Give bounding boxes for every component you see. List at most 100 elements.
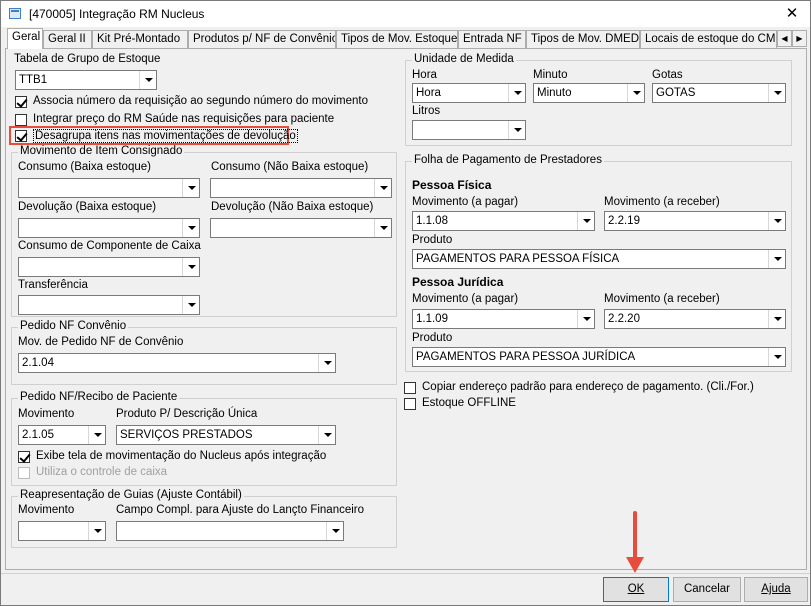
chevron-down-icon[interactable] bbox=[374, 179, 391, 197]
group-pedido-nf-convenio: Pedido NF Convênio Mov. de Pedido NF de … bbox=[11, 320, 397, 385]
devolucao-nao-baixa-select[interactable] bbox=[210, 218, 392, 238]
group-item-consignado: Movimento de Item Consignado Consumo (Ba… bbox=[11, 145, 397, 317]
pj-produto-label: Produto bbox=[412, 332, 453, 344]
litros-label: Litros bbox=[412, 105, 441, 117]
tabela-grupo-label: Tabela de Grupo de Estoque bbox=[14, 53, 161, 65]
tab-locais-estoque-cme[interactable]: Locais de estoque do CME bbox=[640, 30, 777, 48]
close-icon[interactable]: ✕ bbox=[782, 5, 802, 23]
chevron-down-icon[interactable] bbox=[508, 84, 525, 102]
chevron-down-icon[interactable] bbox=[88, 522, 105, 540]
chevron-down-icon[interactable] bbox=[577, 212, 594, 230]
integrar-preco-checkbox[interactable] bbox=[15, 114, 27, 126]
chevron-down-icon[interactable] bbox=[768, 84, 785, 102]
pj-mov-receber-label: Movimento (a receber) bbox=[604, 293, 720, 305]
tab-panel-geral: Tabela de Grupo de Estoque TTB1 Associa … bbox=[5, 48, 807, 570]
estoque-offline-checkbox[interactable] bbox=[404, 398, 416, 410]
movimento-select[interactable]: 2.1.05 bbox=[18, 425, 106, 445]
group-title: Pedido NF/Recibo de Paciente bbox=[18, 391, 180, 403]
chevron-down-icon[interactable] bbox=[182, 179, 199, 197]
pf-mov-pagar-select[interactable]: 1.1.08 bbox=[412, 211, 595, 231]
exibe-tela-checkbox[interactable] bbox=[18, 451, 30, 463]
campo-compl-select[interactable] bbox=[116, 521, 344, 541]
integrar-preco-label: Integrar preço do RM Saúde nas requisiçõ… bbox=[33, 113, 335, 125]
chevron-down-icon[interactable] bbox=[326, 522, 343, 540]
mov-pedido-nf-select[interactable]: 2.1.04 bbox=[18, 353, 336, 373]
chevron-down-icon[interactable] bbox=[768, 250, 785, 268]
app-icon bbox=[9, 8, 21, 19]
group-pedido-recibo-paciente: Pedido NF/Recibo de Paciente Movimento 2… bbox=[11, 391, 397, 486]
ajuda-button-label: Ajuda bbox=[761, 583, 791, 595]
tab-kit-pre-montado[interactable]: Kit Pré-Montado bbox=[92, 30, 188, 48]
chevron-down-icon[interactable] bbox=[318, 426, 335, 444]
reapres-movimento-select[interactable] bbox=[18, 521, 106, 541]
reapres-movimento-label: Movimento bbox=[18, 504, 75, 516]
chevron-down-icon[interactable] bbox=[182, 296, 199, 314]
tab-produtos-nf-convenio[interactable]: Produtos p/ NF de Convênio bbox=[188, 30, 336, 48]
consumo-nao-baixa-select[interactable] bbox=[210, 178, 392, 198]
chevron-down-icon[interactable] bbox=[88, 426, 105, 444]
chevron-down-icon[interactable] bbox=[508, 121, 525, 139]
pj-mov-receber-select[interactable]: 2.2.20 bbox=[604, 309, 786, 329]
ajuda-button[interactable]: Ajuda bbox=[744, 577, 808, 602]
tab-geral[interactable]: Geral bbox=[7, 28, 43, 49]
copiar-endereco-checkbox[interactable] bbox=[404, 382, 416, 394]
associa-numero-checkbox[interactable] bbox=[15, 96, 27, 108]
chevron-down-icon[interactable] bbox=[768, 310, 785, 328]
movimento-label: Movimento bbox=[18, 408, 75, 420]
pf-mov-receber-label: Movimento (a receber) bbox=[604, 196, 720, 208]
chevron-down-icon[interactable] bbox=[627, 84, 644, 102]
devolucao-baixa-select[interactable] bbox=[18, 218, 200, 238]
devolucao-baixa-label: Devolução (Baixa estoque) bbox=[18, 201, 157, 213]
ok-button[interactable]: OK bbox=[603, 577, 669, 602]
mov-pedido-nf-label: Mov. de Pedido NF de Convênio bbox=[18, 336, 184, 348]
minuto-select[interactable]: Minuto bbox=[533, 83, 645, 103]
group-title: Folha de Pagamento de Prestadores bbox=[412, 154, 604, 166]
controle-caixa-checkbox[interactable] bbox=[18, 467, 30, 479]
cancelar-button[interactable]: Cancelar bbox=[673, 577, 741, 602]
chevron-down-icon[interactable] bbox=[182, 258, 199, 276]
pf-produto-select[interactable]: PAGAMENTOS PARA PESSOA FÍSICA bbox=[412, 249, 786, 269]
tab-entrada-nf[interactable]: Entrada NF bbox=[458, 30, 526, 48]
chevron-down-icon[interactable] bbox=[768, 212, 785, 230]
pj-produto-select[interactable]: PAGAMENTOS PARA PESSOA JURÍDICA bbox=[412, 347, 786, 367]
group-title: Reapresentação de Guias (Ajuste Contábil… bbox=[18, 489, 244, 501]
tab-tipos-mov-dmed[interactable]: Tipos de Mov. DMED bbox=[526, 30, 640, 48]
tab-scroll-left-icon[interactable]: ◀ bbox=[777, 30, 792, 47]
pf-produto-label: Produto bbox=[412, 234, 453, 246]
gotas-select[interactable]: GOTAS bbox=[652, 83, 786, 103]
consumo-nao-baixa-label: Consumo (Não Baixa estoque) bbox=[211, 161, 369, 173]
chevron-down-icon[interactable] bbox=[318, 354, 335, 372]
produto-descricao-select[interactable]: SERVIÇOS PRESTADOS bbox=[116, 425, 336, 445]
window-title: [470005] Integração RM Nucleus bbox=[29, 7, 205, 21]
pj-mov-pagar-select[interactable]: 1.1.09 bbox=[412, 309, 595, 329]
chevron-down-icon[interactable] bbox=[374, 219, 391, 237]
tabela-grupo-select[interactable]: TTB1 bbox=[15, 70, 157, 90]
chevron-down-icon[interactable] bbox=[182, 219, 199, 237]
pj-mov-pagar-label: Movimento (a pagar) bbox=[412, 293, 519, 305]
group-title: Movimento de Item Consignado bbox=[18, 145, 185, 157]
group-title: Unidade de Medida bbox=[412, 53, 516, 65]
transferencia-select[interactable] bbox=[18, 295, 200, 315]
divider bbox=[1, 573, 810, 574]
chevron-down-icon[interactable] bbox=[577, 310, 594, 328]
litros-select[interactable] bbox=[412, 120, 526, 140]
hora-select[interactable]: Hora bbox=[412, 83, 526, 103]
tab-geral-ii[interactable]: Geral II bbox=[43, 30, 92, 48]
pessoa-fisica-heading: Pessoa Física bbox=[412, 178, 492, 192]
transferencia-label: Transferência bbox=[18, 279, 88, 291]
group-folha-pagamento: Folha de Pagamento de Prestadores Pessoa… bbox=[405, 154, 792, 372]
chevron-down-icon[interactable] bbox=[139, 71, 156, 89]
devolucao-nao-baixa-label: Devolução (Não Baixa estoque) bbox=[211, 201, 374, 213]
pf-mov-receber-select[interactable]: 2.2.19 bbox=[604, 211, 786, 231]
consumo-componente-caixa-select[interactable] bbox=[18, 257, 200, 277]
tab-tipos-mov-estoque[interactable]: Tipos de Mov. Estoque bbox=[336, 30, 458, 48]
pf-mov-pagar-label: Movimento (a pagar) bbox=[412, 196, 519, 208]
desagrupa-itens-checkbox[interactable] bbox=[15, 130, 27, 142]
estoque-offline-label: Estoque OFFLINE bbox=[422, 397, 516, 409]
consumo-baixa-select[interactable] bbox=[18, 178, 200, 198]
chevron-down-icon[interactable] bbox=[768, 348, 785, 366]
desagrupa-itens-label: Desagrupa itens nas movimentações de dev… bbox=[33, 129, 298, 143]
pessoa-juridica-heading: Pessoa Jurídica bbox=[412, 275, 504, 289]
ok-button-label: OK bbox=[627, 583, 645, 595]
tab-scroll-right-icon[interactable]: ▶ bbox=[792, 30, 807, 47]
